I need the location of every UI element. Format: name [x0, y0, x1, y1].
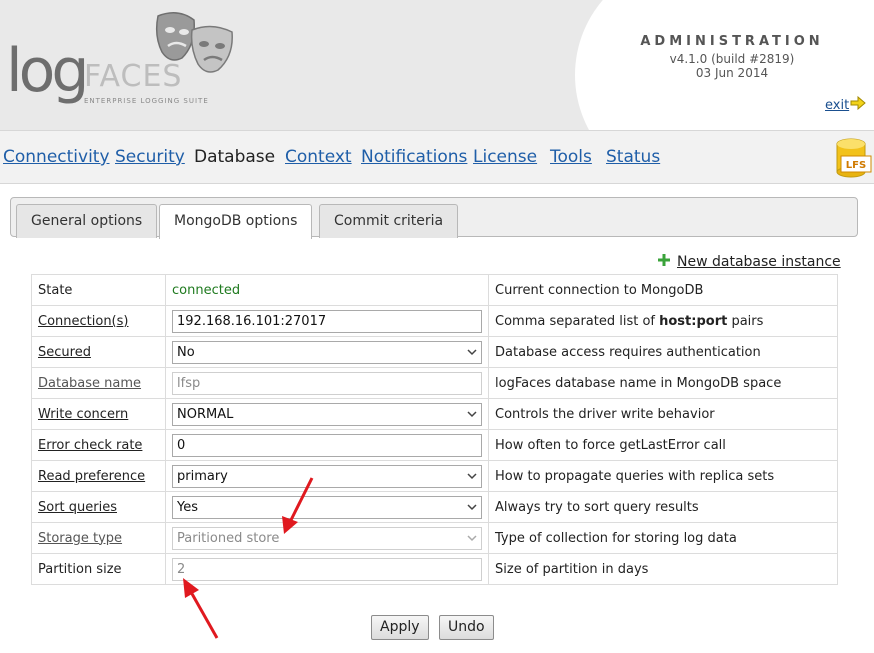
options-tabbar: General options MongoDB options Commit c…: [10, 197, 858, 239]
logo-faces-text: FACES: [84, 59, 183, 94]
read-preference-desc: How to propagate queries with replica se…: [488, 460, 838, 492]
exit-link[interactable]: exit: [825, 98, 849, 113]
connections-desc: Comma separated list of host:port pairs: [488, 305, 838, 337]
apply-button[interactable]: Apply: [371, 615, 429, 640]
sort-queries-select[interactable]: Yes: [172, 495, 482, 519]
storage-type-select: Paritioned store: [172, 526, 482, 550]
table-row: Storage type Paritioned store Type of co…: [31, 522, 838, 554]
exit-arrow-icon[interactable]: [850, 96, 866, 110]
error-check-rate-input[interactable]: 0: [172, 433, 482, 457]
nav-status[interactable]: Status: [606, 147, 660, 167]
version-text: v4.1.0 (build #2819): [669, 52, 795, 66]
chevron-down-icon[interactable]: [467, 347, 477, 357]
nav-notifications[interactable]: Notifications: [361, 147, 467, 167]
undo-button[interactable]: Undo: [439, 615, 494, 640]
main-nav: Connectivity Security Database Context N…: [0, 130, 874, 184]
nav-connectivity[interactable]: Connectivity: [3, 147, 110, 167]
read-preference-label[interactable]: Read preference: [38, 469, 145, 484]
admin-title: ADMINISTRATION: [640, 34, 824, 49]
read-preference-select[interactable]: primary: [172, 464, 482, 488]
connections-label[interactable]: Connection(s): [38, 314, 128, 329]
state-desc: Current connection to MongoDB: [488, 274, 838, 306]
nav-security[interactable]: Security: [115, 147, 185, 167]
secured-select[interactable]: No: [172, 340, 482, 364]
storage-type-desc: Type of collection for storing log data: [488, 522, 838, 554]
table-row: Error check rate 0 How often to force ge…: [31, 429, 838, 461]
write-concern-select[interactable]: NORMAL: [172, 402, 482, 426]
new-database-instance-link[interactable]: New database instance: [677, 254, 841, 270]
table-row: Write concern NORMAL Controls the driver…: [31, 398, 838, 430]
logo-suite-text: ENTERPRISE LOGGING SUITE: [84, 97, 209, 105]
write-concern-label[interactable]: Write concern: [38, 407, 128, 422]
table-row: Partition size 2 Size of partition in da…: [31, 553, 838, 585]
state-value: connected: [172, 282, 241, 298]
storage-type-label[interactable]: Storage type: [38, 531, 122, 546]
write-concern-desc: Controls the driver write behavior: [488, 398, 838, 430]
chevron-down-icon[interactable]: [467, 502, 477, 512]
table-row: Database name lfsp logFaces database nam…: [31, 367, 838, 399]
tab-commit-criteria[interactable]: Commit criteria: [319, 204, 459, 238]
error-check-rate-label[interactable]: Error check rate: [38, 438, 142, 453]
nav-database[interactable]: Database: [194, 147, 275, 167]
table-row: Sort queries Yes Always try to sort quer…: [31, 491, 838, 523]
partition-size-input: 2: [172, 557, 482, 581]
tab-general-options[interactable]: General options: [16, 204, 158, 238]
state-label: State: [31, 274, 166, 306]
chevron-down-icon: [467, 535, 477, 542]
lfs-badge-label: LFS: [846, 160, 866, 171]
sort-queries-label[interactable]: Sort queries: [38, 500, 117, 515]
chevron-down-icon[interactable]: [467, 409, 477, 419]
logo-log-text: log: [6, 36, 89, 106]
table-row: Connection(s) 192.168.16.101:27017 Comma…: [31, 305, 838, 337]
table-row: State connected Current connection to Mo…: [31, 274, 838, 306]
sort-queries-desc: Always try to sort query results: [488, 491, 838, 523]
nav-tools[interactable]: Tools: [550, 147, 592, 167]
chevron-down-icon[interactable]: [467, 471, 477, 481]
database-name-label[interactable]: Database name: [38, 376, 141, 391]
header: log FACES ENTERPRISE LOGGING SUITE ADMIN…: [0, 0, 874, 130]
partition-size-desc: Size of partition in days: [488, 553, 838, 585]
lfs-database-icon: LFS: [836, 138, 872, 178]
nav-license[interactable]: License: [473, 147, 537, 167]
mongodb-settings-table: State connected Current connection to Mo…: [31, 274, 838, 585]
connections-input[interactable]: 192.168.16.101:27017: [172, 309, 482, 333]
table-row: Read preference primary How to propagate…: [31, 460, 838, 492]
build-date: 03 Jun 2014: [695, 66, 769, 80]
database-name-input: lfsp: [172, 371, 482, 395]
secured-label[interactable]: Secured: [38, 345, 91, 360]
tab-mongodb-options[interactable]: MongoDB options: [159, 204, 313, 239]
secured-desc: Database access requires authentication: [488, 336, 838, 368]
table-row: Secured No Database access requires auth…: [31, 336, 838, 368]
nav-context[interactable]: Context: [285, 147, 352, 167]
error-check-rate-desc: How often to force getLastError call: [488, 429, 838, 461]
partition-size-label: Partition size: [31, 553, 166, 585]
database-name-desc: logFaces database name in MongoDB space: [488, 367, 838, 399]
plus-icon[interactable]: [658, 254, 670, 266]
